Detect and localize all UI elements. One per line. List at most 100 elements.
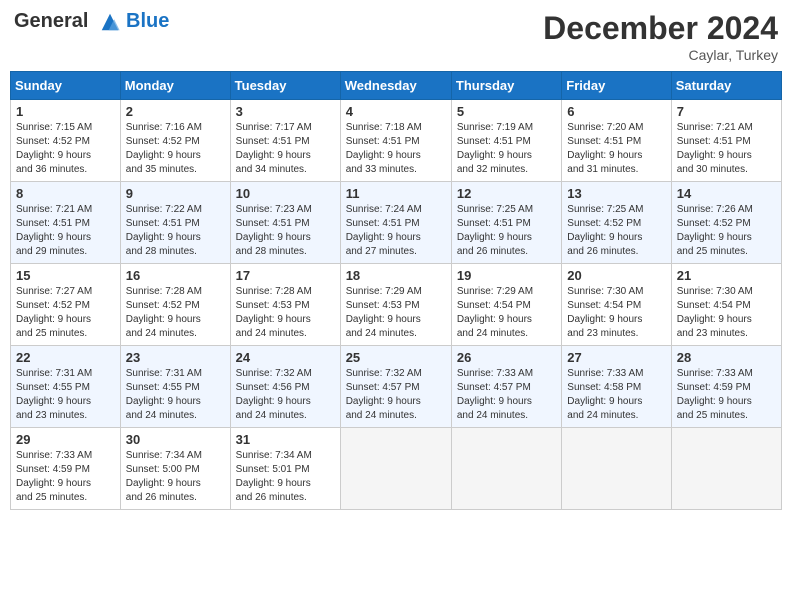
location: Caylar, Turkey	[543, 47, 778, 63]
day-info: Sunrise: 7:26 AM Sunset: 4:52 PM Dayligh…	[677, 203, 776, 259]
weekday-header-monday: Monday	[120, 72, 230, 100]
calendar-cell: 9 Sunrise: 7:22 AM Sunset: 4:51 PM Daylig…	[120, 182, 230, 264]
month-title: December 2024	[543, 10, 778, 47]
day-info: Sunrise: 7:33 AM Sunset: 4:58 PM Dayligh…	[567, 367, 665, 423]
calendar-week-5: 29 Sunrise: 7:33 AM Sunset: 4:59 PM Dayli…	[11, 428, 782, 510]
day-number: 29	[16, 432, 115, 447]
day-number: 9	[126, 186, 225, 201]
calendar-cell: 13 Sunrise: 7:25 AM Sunset: 4:52 PM Dayli…	[562, 182, 671, 264]
calendar-cell	[562, 428, 671, 510]
calendar-cell: 30 Sunrise: 7:34 AM Sunset: 5:00 PM Dayli…	[120, 428, 230, 510]
day-number: 17	[236, 268, 335, 283]
day-info: Sunrise: 7:28 AM Sunset: 4:53 PM Dayligh…	[236, 285, 335, 341]
day-info: Sunrise: 7:34 AM Sunset: 5:01 PM Dayligh…	[236, 449, 335, 505]
day-info: Sunrise: 7:20 AM Sunset: 4:51 PM Dayligh…	[567, 121, 665, 177]
calendar-cell: 28 Sunrise: 7:33 AM Sunset: 4:59 PM Dayli…	[671, 346, 781, 428]
calendar-cell: 15 Sunrise: 7:27 AM Sunset: 4:52 PM Dayli…	[11, 264, 121, 346]
day-info: Sunrise: 7:29 AM Sunset: 4:53 PM Dayligh…	[346, 285, 446, 341]
day-number: 26	[457, 350, 556, 365]
day-number: 20	[567, 268, 665, 283]
day-info: Sunrise: 7:30 AM Sunset: 4:54 PM Dayligh…	[567, 285, 665, 341]
calendar-cell: 17 Sunrise: 7:28 AM Sunset: 4:53 PM Dayli…	[230, 264, 340, 346]
weekday-header-sunday: Sunday	[11, 72, 121, 100]
day-info: Sunrise: 7:33 AM Sunset: 4:59 PM Dayligh…	[677, 367, 776, 423]
calendar-table: SundayMondayTuesdayWednesdayThursdayFrid…	[10, 71, 782, 510]
calendar-cell: 2 Sunrise: 7:16 AM Sunset: 4:52 PM Daylig…	[120, 100, 230, 182]
day-number: 14	[677, 186, 776, 201]
day-number: 24	[236, 350, 335, 365]
calendar-cell: 7Sunrise: 7:21 AM Sunset: 4:51 PM Daylig…	[671, 100, 781, 182]
weekday-header-tuesday: Tuesday	[230, 72, 340, 100]
day-number: 4	[346, 104, 446, 119]
day-number: 13	[567, 186, 665, 201]
day-number: 25	[346, 350, 446, 365]
day-info: Sunrise: 7:19 AM Sunset: 4:51 PM Dayligh…	[457, 121, 556, 177]
calendar-week-1: 1 Sunrise: 7:15 AM Sunset: 4:52 PM Daylig…	[11, 100, 782, 182]
day-info: Sunrise: 7:32 AM Sunset: 4:56 PM Dayligh…	[236, 367, 335, 423]
calendar-cell	[451, 428, 561, 510]
calendar-cell: 18 Sunrise: 7:29 AM Sunset: 4:53 PM Dayli…	[340, 264, 451, 346]
weekday-header-thursday: Thursday	[451, 72, 561, 100]
calendar-cell: 24 Sunrise: 7:32 AM Sunset: 4:56 PM Dayli…	[230, 346, 340, 428]
day-number: 5	[457, 104, 556, 119]
day-info: Sunrise: 7:21 AM Sunset: 4:51 PM Dayligh…	[677, 121, 776, 177]
calendar-cell: 5 Sunrise: 7:19 AM Sunset: 4:51 PM Daylig…	[451, 100, 561, 182]
day-info: Sunrise: 7:33 AM Sunset: 4:57 PM Dayligh…	[457, 367, 556, 423]
day-info: Sunrise: 7:34 AM Sunset: 5:00 PM Dayligh…	[126, 449, 225, 505]
calendar-cell: 6 Sunrise: 7:20 AM Sunset: 4:51 PM Daylig…	[562, 100, 671, 182]
day-info: Sunrise: 7:31 AM Sunset: 4:55 PM Dayligh…	[16, 367, 115, 423]
calendar-cell: 20 Sunrise: 7:30 AM Sunset: 4:54 PM Dayli…	[562, 264, 671, 346]
day-number: 2	[126, 104, 225, 119]
calendar-week-3: 15 Sunrise: 7:27 AM Sunset: 4:52 PM Dayli…	[11, 264, 782, 346]
weekday-header-wednesday: Wednesday	[340, 72, 451, 100]
day-info: Sunrise: 7:25 AM Sunset: 4:51 PM Dayligh…	[457, 203, 556, 259]
day-number: 15	[16, 268, 115, 283]
day-info: Sunrise: 7:15 AM Sunset: 4:52 PM Dayligh…	[16, 121, 115, 177]
day-info: Sunrise: 7:18 AM Sunset: 4:51 PM Dayligh…	[346, 121, 446, 177]
calendar-week-2: 8Sunrise: 7:21 AM Sunset: 4:51 PM Daylig…	[11, 182, 782, 264]
calendar-cell: 25 Sunrise: 7:32 AM Sunset: 4:57 PM Dayli…	[340, 346, 451, 428]
day-number: 30	[126, 432, 225, 447]
title-area: December 2024 Caylar, Turkey	[543, 10, 778, 63]
day-number: 28	[677, 350, 776, 365]
day-number: 6	[567, 104, 665, 119]
day-number: 31	[236, 432, 335, 447]
day-info: Sunrise: 7:25 AM Sunset: 4:52 PM Dayligh…	[567, 203, 665, 259]
day-info: Sunrise: 7:32 AM Sunset: 4:57 PM Dayligh…	[346, 367, 446, 423]
calendar-cell: 31 Sunrise: 7:34 AM Sunset: 5:01 PM Dayli…	[230, 428, 340, 510]
calendar-cell: 29 Sunrise: 7:33 AM Sunset: 4:59 PM Dayli…	[11, 428, 121, 510]
day-number: 23	[126, 350, 225, 365]
day-number: 3	[236, 104, 335, 119]
calendar-cell: 27 Sunrise: 7:33 AM Sunset: 4:58 PM Dayli…	[562, 346, 671, 428]
calendar-week-4: 22 Sunrise: 7:31 AM Sunset: 4:55 PM Dayli…	[11, 346, 782, 428]
logo-blue: Blue	[126, 10, 169, 33]
page-header: General Blue December 2024 Caylar, Turke…	[10, 10, 782, 63]
calendar-cell: 23Sunrise: 7:31 AM Sunset: 4:55 PM Dayli…	[120, 346, 230, 428]
day-info: Sunrise: 7:27 AM Sunset: 4:52 PM Dayligh…	[16, 285, 115, 341]
calendar-cell: 12Sunrise: 7:25 AM Sunset: 4:51 PM Dayli…	[451, 182, 561, 264]
day-number: 1	[16, 104, 115, 119]
day-number: 11	[346, 186, 446, 201]
day-number: 21	[677, 268, 776, 283]
calendar-cell	[671, 428, 781, 510]
calendar-cell: 26 Sunrise: 7:33 AM Sunset: 4:57 PM Dayli…	[451, 346, 561, 428]
day-number: 16	[126, 268, 225, 283]
calendar-cell: 1 Sunrise: 7:15 AM Sunset: 4:52 PM Daylig…	[11, 100, 121, 182]
day-number: 19	[457, 268, 556, 283]
day-info: Sunrise: 7:33 AM Sunset: 4:59 PM Dayligh…	[16, 449, 115, 505]
day-number: 22	[16, 350, 115, 365]
day-info: Sunrise: 7:22 AM Sunset: 4:51 PM Dayligh…	[126, 203, 225, 259]
calendar-cell: 22 Sunrise: 7:31 AM Sunset: 4:55 PM Dayli…	[11, 346, 121, 428]
day-info: Sunrise: 7:28 AM Sunset: 4:52 PM Dayligh…	[126, 285, 225, 341]
day-info: Sunrise: 7:16 AM Sunset: 4:52 PM Dayligh…	[126, 121, 225, 177]
day-number: 18	[346, 268, 446, 283]
calendar-cell: 11 Sunrise: 7:24 AM Sunset: 4:51 PM Dayli…	[340, 182, 451, 264]
calendar-body: 1 Sunrise: 7:15 AM Sunset: 4:52 PM Daylig…	[11, 100, 782, 510]
calendar-cell: 8Sunrise: 7:21 AM Sunset: 4:51 PM Daylig…	[11, 182, 121, 264]
day-number: 27	[567, 350, 665, 365]
day-info: Sunrise: 7:24 AM Sunset: 4:51 PM Dayligh…	[346, 203, 446, 259]
calendar-cell: 21Sunrise: 7:30 AM Sunset: 4:54 PM Dayli…	[671, 264, 781, 346]
calendar-cell: 19Sunrise: 7:29 AM Sunset: 4:54 PM Dayli…	[451, 264, 561, 346]
calendar-cell: 16 Sunrise: 7:28 AM Sunset: 4:52 PM Dayli…	[120, 264, 230, 346]
calendar-cell: 14 Sunrise: 7:26 AM Sunset: 4:52 PM Dayli…	[671, 182, 781, 264]
